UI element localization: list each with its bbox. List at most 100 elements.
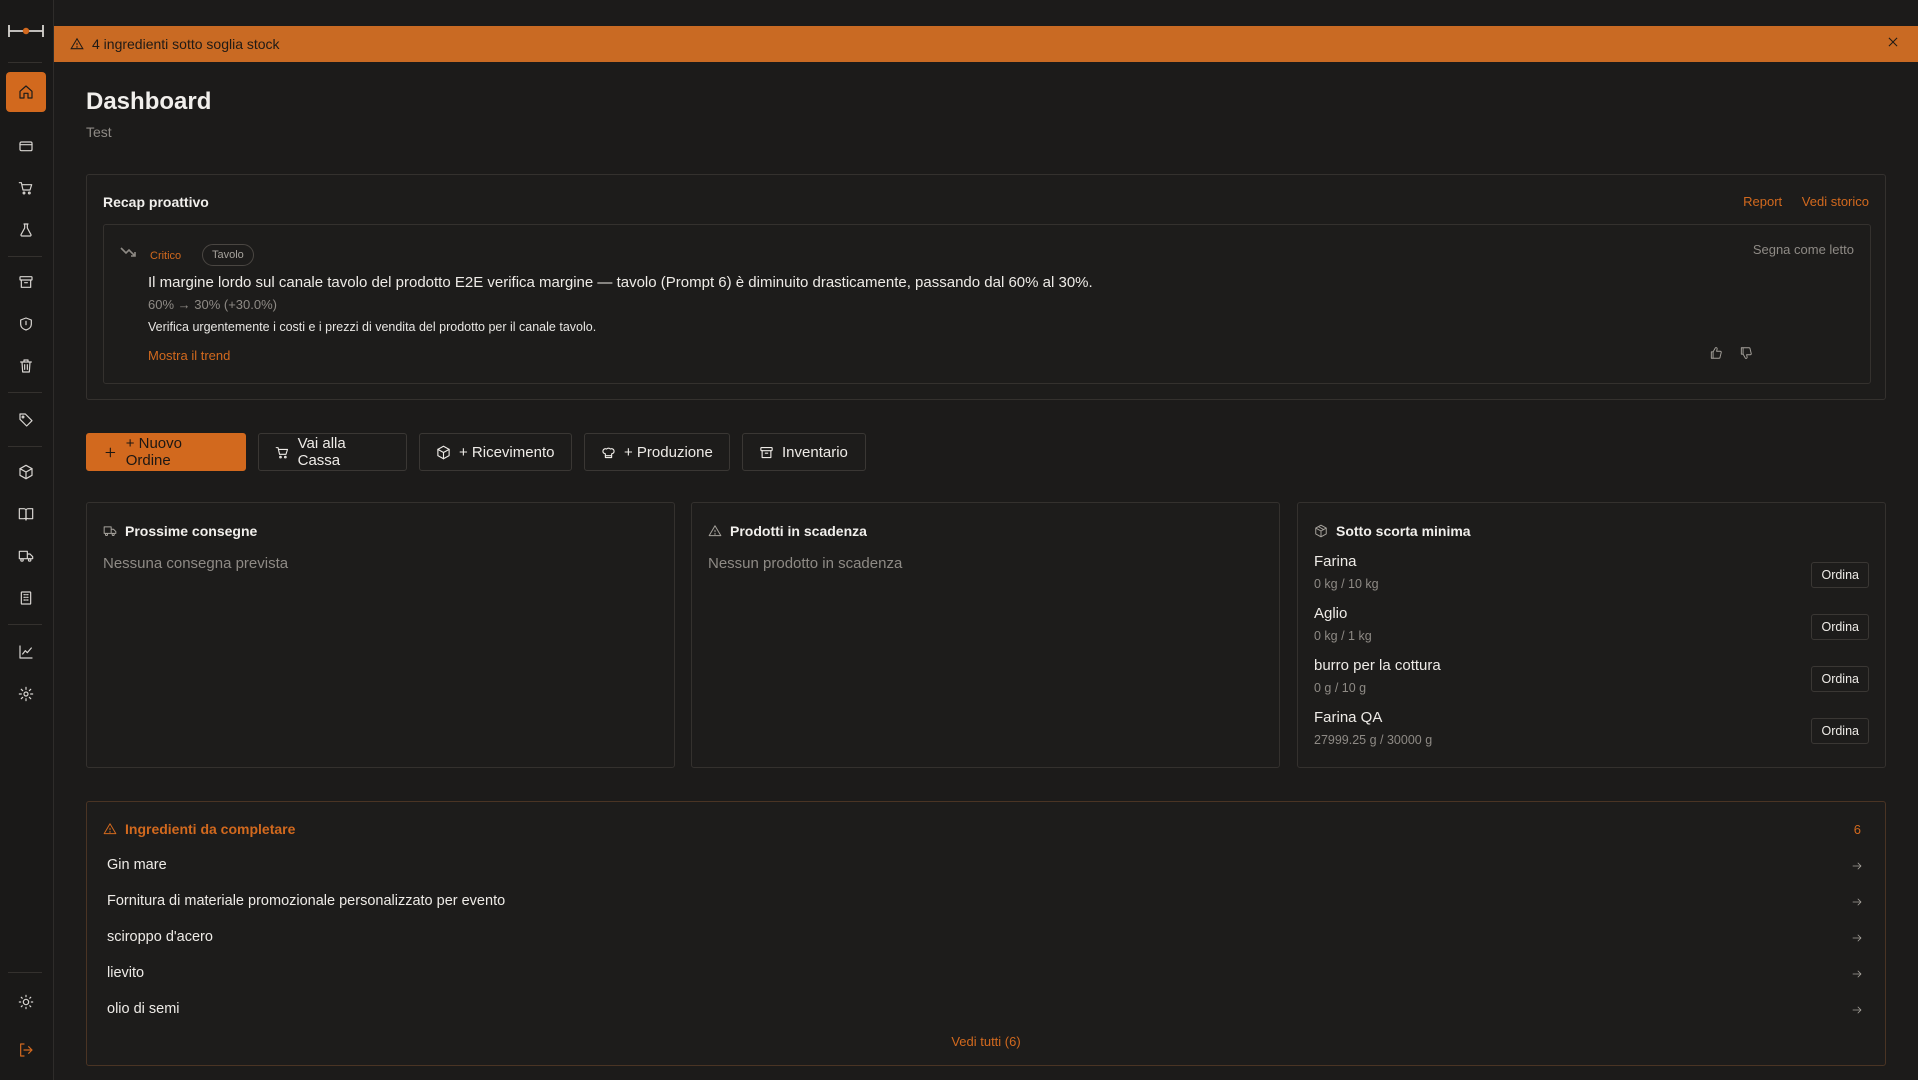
truck-icon: [18, 550, 34, 562]
tag-icon: [19, 413, 33, 427]
gear-icon: [18, 686, 34, 702]
arrow-right-icon: [1851, 967, 1865, 981]
order-button[interactable]: Ordina: [1811, 614, 1869, 640]
sidebar-item-deliveries[interactable]: [6, 536, 46, 576]
sidebar-item-analytics[interactable]: [6, 632, 46, 672]
order-button[interactable]: Ordina: [1811, 718, 1869, 744]
history-link[interactable]: Vedi storico: [1802, 194, 1869, 209]
book-icon: [18, 508, 34, 521]
sidebar-item-lab[interactable]: [6, 210, 46, 250]
sidebar-item-settings[interactable]: [6, 674, 46, 714]
trend-down-icon: [120, 245, 136, 257]
receiving-label: + Ricevimento: [459, 443, 555, 461]
boxes-icon: [1315, 524, 1327, 538]
shield-icon: [20, 317, 32, 331]
order-button[interactable]: Ordina: [1811, 562, 1869, 588]
sidebar: [0, 0, 54, 1080]
page-title: Dashboard: [86, 88, 212, 115]
inventory-button[interactable]: Inventario: [742, 433, 866, 471]
logout-icon: [20, 1043, 33, 1057]
low-stock-item: burro per la cottura 0 g / 10 g Ordina: [1314, 657, 1869, 705]
incomplete-ingredients-card: Ingredienti da completare 6 Gin mare For…: [86, 801, 1886, 1066]
report-link[interactable]: Report: [1743, 194, 1782, 209]
severity-badge: Critico: [150, 250, 182, 262]
banner-text: 4 ingredienti sotto soglia stock: [92, 36, 280, 52]
logout-button[interactable]: [6, 1030, 46, 1070]
sidebar-item-recipes[interactable]: [6, 494, 46, 534]
sidebar-item-products[interactable]: [6, 452, 46, 492]
theme-toggle[interactable]: [6, 982, 46, 1022]
sidebar-item-suppliers[interactable]: [6, 578, 46, 618]
mark-as-read-button[interactable]: Segna come letto: [1753, 242, 1854, 257]
ingredient-row[interactable]: Fornitura di materiale promozionale pers…: [107, 887, 1865, 917]
order-button[interactable]: Ordina: [1811, 666, 1869, 692]
low-stock-item: Farina QA 27999.25 g / 30000 g Ordina: [1314, 709, 1869, 757]
new-order-button[interactable]: + Nuovo Ordine: [86, 433, 246, 471]
warning-icon: [70, 37, 84, 50]
line-chart-icon: [19, 645, 33, 659]
checkout-button[interactable]: Vai alla Cassa: [258, 433, 407, 471]
sidebar-item-archive[interactable]: [6, 262, 46, 302]
sidebar-divider: [8, 624, 42, 625]
view-all-ingredients-link[interactable]: Vedi tutti (6): [87, 1034, 1885, 1049]
checkout-label: Vai alla Cassa: [297, 435, 346, 469]
low-stock-item: Aglio 0 kg / 1 kg Ordina: [1314, 605, 1869, 653]
stock-item-qty: 0 g / 10 g: [1314, 681, 1367, 695]
ingredient-row[interactable]: lievito: [107, 959, 1865, 989]
stock-item-name: Farina QA: [1314, 709, 1383, 726]
alert-message: Il margine lordo sul canale tavolo del p…: [148, 274, 1093, 291]
sidebar-item-payments[interactable]: [6, 126, 46, 166]
channel-badge: Tavolo: [202, 244, 254, 266]
production-label: + Produzione: [624, 443, 713, 461]
expiring-title: Prodotti in scadenza: [708, 523, 867, 539]
sidebar-item-cart[interactable]: [6, 168, 46, 208]
low-stock-item: Farina 0 kg / 10 kg Ordina: [1314, 553, 1869, 601]
ingredient-row[interactable]: sciroppo d'acero: [107, 923, 1865, 953]
top-bar: [54, 0, 1918, 26]
thumbs-up-button[interactable]: [1709, 346, 1727, 364]
package-icon: [437, 445, 450, 459]
credit-card-icon: [19, 141, 33, 152]
proactive-recap-card: Recap proattivo Report Vedi storico Crit…: [86, 174, 1886, 400]
inventory-label: Inventario: [782, 443, 848, 461]
incomplete-ingredients-title-text: Ingredienti da completare: [125, 821, 296, 837]
recap-links: Report Vedi storico: [1727, 194, 1869, 209]
stock-item-qty: 0 kg / 10 kg: [1314, 577, 1379, 591]
receiving-button[interactable]: + Ricevimento: [419, 433, 572, 471]
ingredient-name: sciroppo d'acero: [107, 929, 213, 945]
ingredient-row[interactable]: Gin mare: [107, 851, 1865, 881]
sun-icon: [18, 994, 34, 1010]
ingredient-row[interactable]: olio di semi: [107, 995, 1865, 1025]
low-stock-card: Sotto scorta minima Farina 0 kg / 10 kg …: [1297, 502, 1886, 768]
building-icon: [20, 591, 32, 605]
trash-icon: [20, 359, 32, 373]
ingredient-name: Fornitura di materiale promozionale pers…: [107, 893, 506, 909]
show-trend-link[interactable]: Mostra il trend: [148, 348, 230, 363]
sidebar-item-home[interactable]: [6, 72, 46, 112]
sidebar-item-security[interactable]: [6, 304, 46, 344]
expiring-products-card: Prodotti in scadenza Nessun prodotto in …: [691, 502, 1280, 768]
sidebar-item-pricing[interactable]: [6, 400, 46, 440]
banner-close-button[interactable]: [1886, 35, 1904, 53]
thumbs-down-button[interactable]: [1739, 346, 1757, 364]
recap-alert: Critico Tavolo Segna come letto Il margi…: [103, 224, 1871, 384]
production-button[interactable]: + Produzione: [584, 433, 730, 471]
cart-icon: [275, 446, 289, 458]
incomplete-ingredients-count: 6: [1853, 822, 1861, 837]
close-icon: [1888, 37, 1898, 47]
arrow-right-icon: [1851, 1003, 1865, 1017]
alert-suggested-action: Verifica urgentemente i costi e i prezzi…: [148, 320, 597, 334]
stock-item-name: Aglio: [1314, 605, 1348, 622]
cart-icon: [18, 182, 33, 195]
sidebar-item-waste[interactable]: [6, 346, 46, 386]
page-subtitle: Test: [86, 124, 112, 140]
sidebar-divider: [8, 972, 42, 973]
home-icon: [19, 85, 33, 99]
ingredient-name: Gin mare: [107, 857, 167, 873]
warning-icon: [103, 823, 117, 835]
deliveries-title: Prossime consegne: [103, 523, 257, 539]
new-order-label: + Nuovo Ordine: [125, 435, 182, 469]
ingredient-name: lievito: [107, 965, 145, 981]
arrow-right-icon: [1851, 931, 1865, 945]
stock-item-name: Farina: [1314, 553, 1357, 570]
